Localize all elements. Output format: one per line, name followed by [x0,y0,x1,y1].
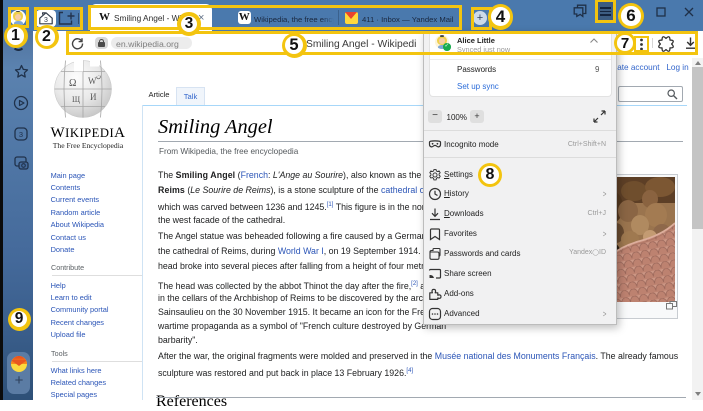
svg-text:Ω: Ω [69,78,76,89]
svg-text:ن: ن [96,72,101,80]
svg-text:И: И [90,92,97,102]
svg-text:3: 3 [19,130,23,139]
svg-text:Щ: Щ [72,95,80,104]
